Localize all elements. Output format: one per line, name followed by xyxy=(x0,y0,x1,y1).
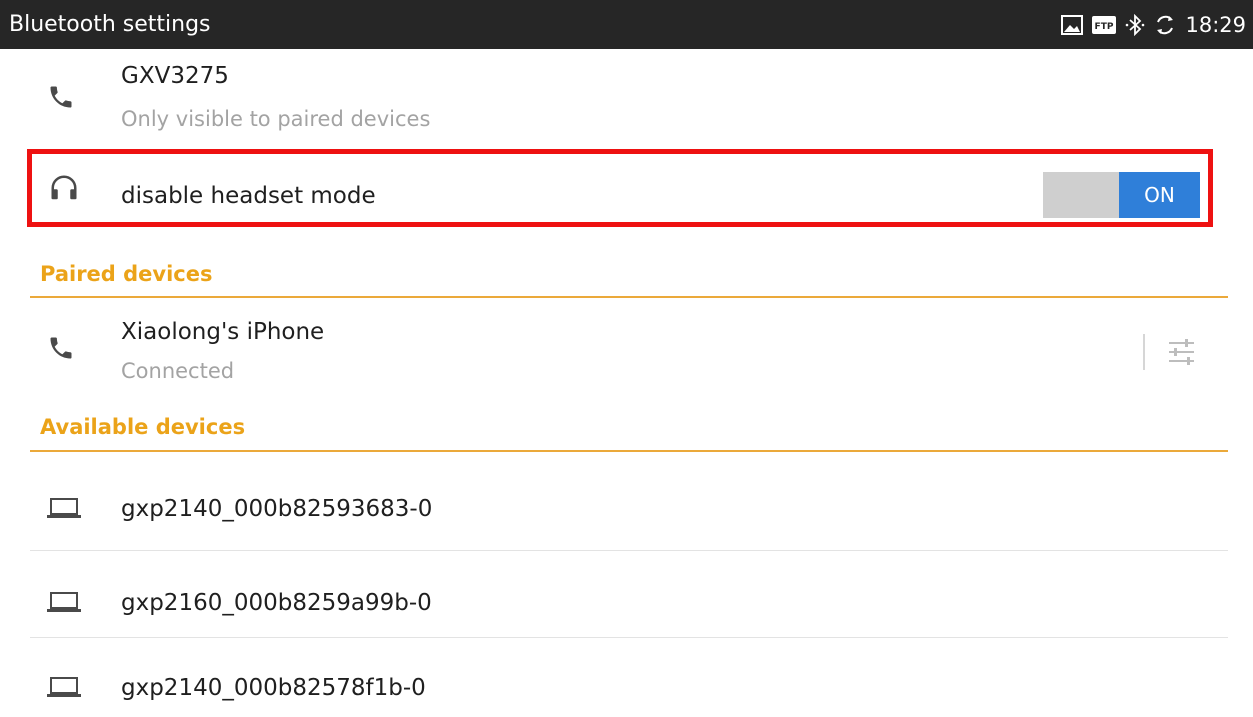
available-device-row[interactable]: gxp2140_000b82593683-0 xyxy=(0,460,1253,548)
paired-device-name: Xiaolong's iPhone xyxy=(121,319,325,345)
paired-device-status: Connected xyxy=(121,359,235,383)
available-devices-header: Available devices xyxy=(40,415,246,439)
phone-icon xyxy=(50,86,72,108)
local-device-row[interactable]: GXV3275 Only visible to paired devices xyxy=(0,55,1253,139)
image-icon xyxy=(1061,15,1084,35)
available-device-name: gxp2140_000b82593683-0 xyxy=(121,496,433,522)
svg-text:FTP: FTP xyxy=(1095,22,1114,32)
list-divider xyxy=(30,637,1228,638)
bluetooth-icon xyxy=(1126,14,1145,36)
device-settings-icon[interactable] xyxy=(1141,331,1201,373)
status-icons: FTP 18:29 xyxy=(1061,12,1246,38)
available-devices-divider xyxy=(30,450,1228,452)
local-device-visibility: Only visible to paired devices xyxy=(121,107,431,131)
phone-icon xyxy=(50,337,72,359)
available-device-name: gxp2160_000b8259a99b-0 xyxy=(121,590,432,616)
laptop-icon xyxy=(47,592,81,612)
clock: 18:29 xyxy=(1185,13,1246,37)
list-divider xyxy=(30,550,1228,551)
paired-devices-header: Paired devices xyxy=(40,262,213,286)
laptop-icon xyxy=(47,677,81,697)
laptop-icon xyxy=(47,498,81,518)
paired-devices-divider xyxy=(30,296,1228,298)
available-device-row[interactable]: gxp2160_000b8259a99b-0 xyxy=(0,552,1253,636)
available-device-name: gxp2140_000b82578f1b-0 xyxy=(121,675,426,701)
local-device-name: GXV3275 xyxy=(121,63,229,89)
highlight-frame xyxy=(27,149,1213,227)
status-bar: Bluetooth settings FTP 18:29 xyxy=(0,0,1253,49)
page-title: Bluetooth settings xyxy=(9,12,211,37)
sync-icon xyxy=(1157,15,1174,35)
ftp-icon: FTP xyxy=(1092,16,1117,34)
available-device-row[interactable]: gxp2140_000b82578f1b-0 xyxy=(0,639,1253,717)
paired-device-row[interactable]: Xiaolong's iPhone Connected xyxy=(0,305,1253,389)
